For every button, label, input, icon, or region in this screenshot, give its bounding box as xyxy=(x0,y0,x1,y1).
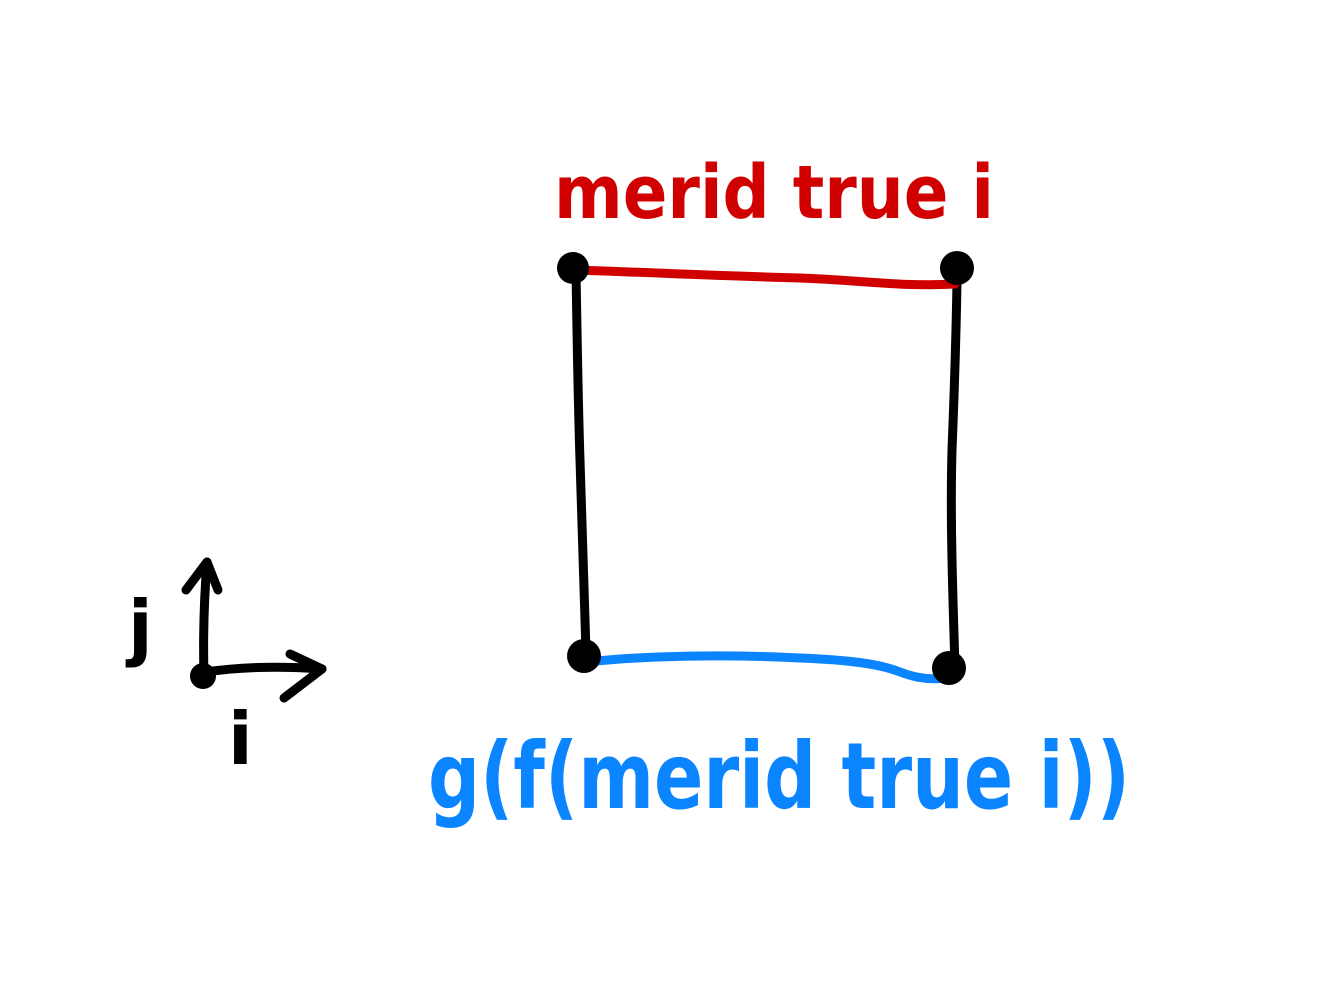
left-edge xyxy=(571,267,591,657)
axis-i-arrow-head xyxy=(279,649,327,703)
top-edge-label: merid true i xyxy=(554,150,994,236)
diagram-canvas: merid true i g(f(merid true i)) j i xyxy=(0,0,1317,1000)
axis-j-label: j xyxy=(125,585,153,669)
axis-i-label: i xyxy=(228,697,253,781)
bottom-edge-label: g(f(merid true i)) xyxy=(428,723,1130,830)
bottom-edge xyxy=(583,651,950,684)
vertex-top-right xyxy=(940,251,974,285)
axis-origin-dot xyxy=(190,663,216,689)
vertex-bottom-right xyxy=(932,651,966,685)
right-edge xyxy=(946,277,962,673)
axis-i-arrow-shaft xyxy=(201,662,327,677)
top-edge xyxy=(569,265,960,290)
square-diagram: merid true i g(f(merid true i)) j i xyxy=(125,150,1130,830)
axis-j-arrow-shaft xyxy=(199,557,212,681)
vertex-top-left xyxy=(557,252,589,284)
vertex-bottom-left xyxy=(567,639,601,673)
